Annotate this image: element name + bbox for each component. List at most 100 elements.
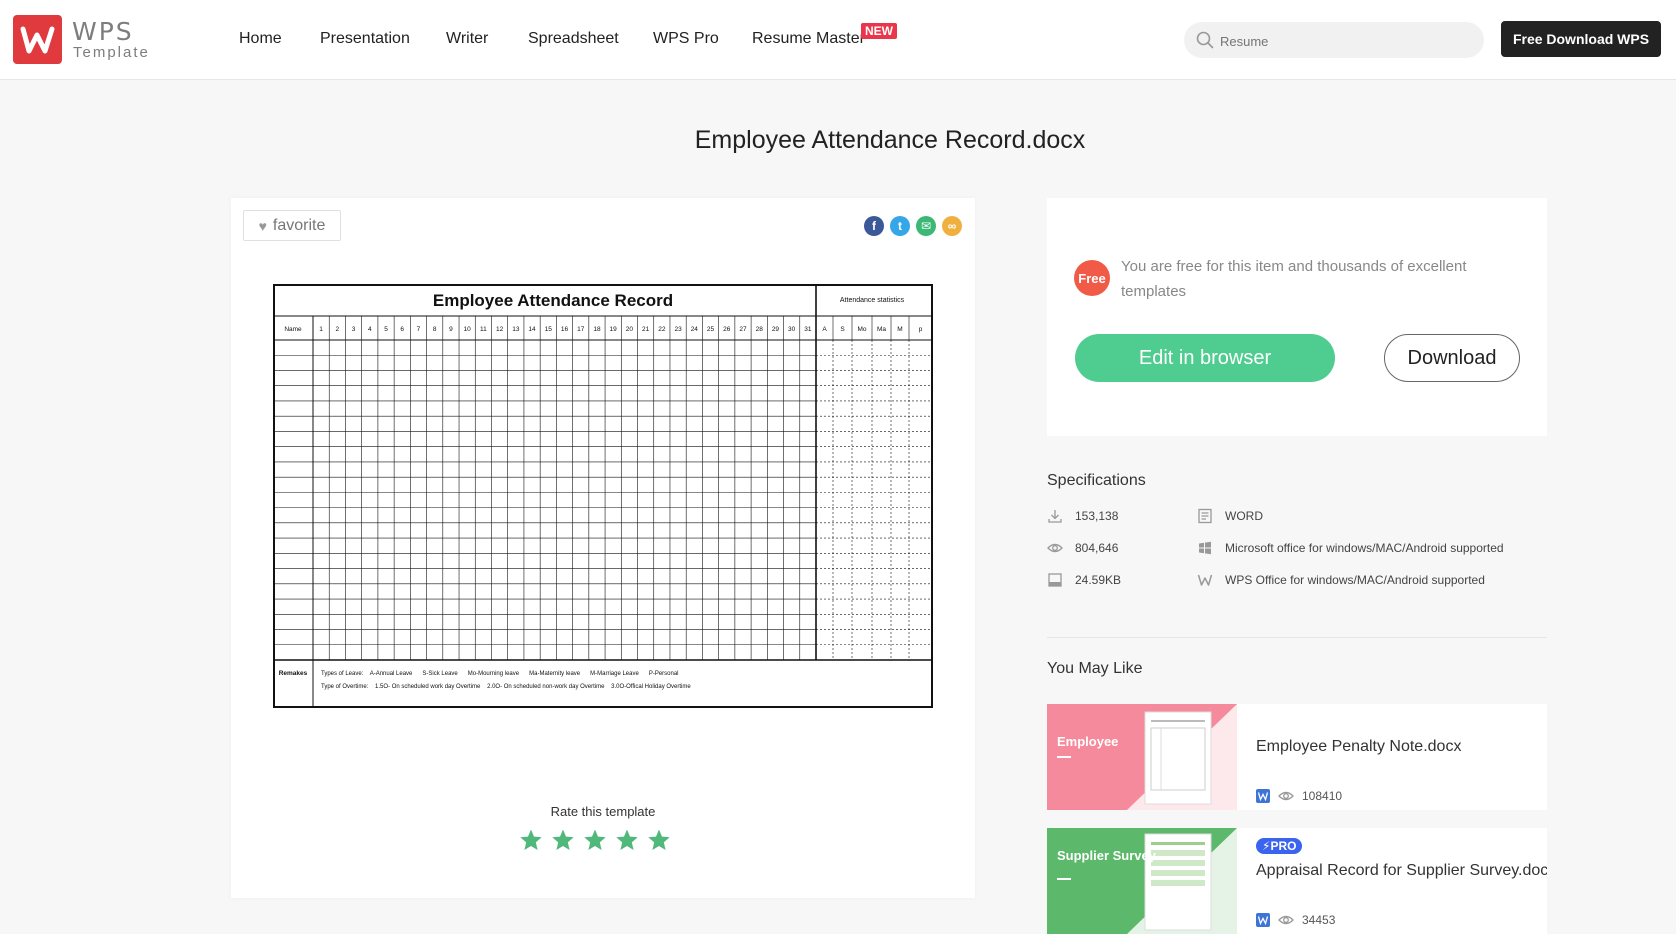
spec-downloads: 153,138 [1047,508,1118,524]
related-template-name[interactable]: Employee Penalty Note.docx [1256,738,1461,756]
view-count: 804,646 [1075,541,1119,555]
name-column-header: Name [284,326,302,333]
template-thumbnail[interactable]: Employee [1047,704,1237,810]
spec-wps-compat: WPS Office for windows/MAC/Android suppo… [1197,572,1485,588]
logo-subtitle: Template [73,44,150,61]
day-column-header: 15 [545,326,553,333]
day-column-header: 6 [400,326,404,333]
nav-spreadsheet[interactable]: Spreadsheet [528,30,619,48]
day-column-header: 25 [707,326,715,333]
day-column-header: 27 [739,326,747,333]
nav-writer[interactable]: Writer [446,30,488,48]
day-column-header: 18 [593,326,601,333]
download-button[interactable]: Download [1384,334,1520,382]
template-thumbnail[interactable]: Supplier Survey [1047,828,1237,934]
star-icon[interactable] [551,828,575,852]
day-column-header: 12 [496,326,504,333]
related-template-meta: 34453 [1256,912,1335,928]
edit-in-browser-button[interactable]: Edit in browser [1075,334,1335,382]
free-description: You are free for this item and thousands… [1121,258,1467,300]
day-column-header: 13 [512,326,520,333]
stat-column-header: A [822,326,827,333]
day-column-header: 24 [691,326,699,333]
day-column-header: 5 [384,326,388,333]
day-column-header: 26 [723,326,731,333]
nav-wps-pro[interactable]: WPS Pro [653,30,719,48]
wps-logo-icon[interactable] [13,15,62,64]
spec-views: 804,646 [1047,540,1118,556]
you-may-like-title: You May Like [1047,660,1143,677]
facebook-icon[interactable]: f [864,216,884,236]
page-title: Employee Attendance Record.docx [694,126,1086,154]
day-column-header: 17 [577,326,585,333]
day-column-header: 16 [561,326,569,333]
related-template-meta: 108410 [1256,788,1342,804]
search-box[interactable] [1184,22,1484,60]
day-column-header: 30 [788,326,796,333]
related-template-card[interactable]: Supplier Survey ⚡PRO Appraisal Record fo… [1047,828,1547,934]
eye-icon [1278,915,1294,925]
day-column-header: 22 [658,326,666,333]
eye-icon [1278,791,1294,801]
rate-label: Rate this template [550,804,656,819]
related-template-name[interactable]: Appraisal Record for Supplier Survey.doc… [1256,862,1547,880]
wps-icon [1197,574,1213,586]
day-column-header: 4 [368,326,372,333]
day-column-header: 14 [528,326,536,333]
nav-home[interactable]: Home [239,30,282,48]
document-preview[interactable]: 1 2 3 4 5 6 7 8 9 10 11 12 13 14 15 16 17 18 19 20 21 22 23 24 2… [273,284,933,708]
leave-types-line: Types of Leave: A-Annual Leave S-Sick Le… [321,671,679,677]
specifications-title: Specifications [1047,472,1146,489]
related-view-count: 108410 [1302,789,1343,803]
day-column-header: 8 [433,326,437,333]
file-format: WORD [1225,509,1263,523]
day-column-header: 2 [336,326,340,333]
day-column-header: 3 [352,326,356,333]
pro-badge: ⚡PRO [1256,838,1303,854]
day-column-header: 10 [464,326,472,333]
heart-icon: ♥ [258,217,267,234]
day-column-header: 1 [319,326,323,333]
link-icon[interactable]: ∞ [942,216,962,236]
document-format-icon [1198,508,1212,524]
day-column-header: 29 [772,326,780,333]
windows-icon [1199,541,1211,555]
thumbnail-title: Employee [1057,734,1118,749]
nav-presentation[interactable]: Presentation [320,30,410,48]
search-icon [1196,31,1214,49]
logo-wordmark[interactable]: WPS [72,17,134,46]
stat-column-header: S [840,326,845,333]
stat-column-header: Ma [877,326,886,333]
day-column-header: 9 [449,326,453,333]
word-file-icon [1256,913,1270,927]
day-column-header: 20 [626,326,634,333]
file-size-icon [1048,573,1062,587]
favorite-button[interactable]: ♥ favorite [243,210,341,241]
top-navigation-bar: WPS Template Home Presentation Writer Sp… [0,0,1676,80]
stat-column-header: M [897,326,902,333]
day-column-header: 31 [804,326,812,333]
twitter-icon[interactable]: t [890,216,910,236]
star-icon[interactable] [519,828,543,852]
download-count: 153,138 [1075,509,1119,523]
download-action-card: Free You are free for this item and thou… [1047,198,1547,436]
star-icon[interactable] [615,828,639,852]
overtime-types-line: Type of Overtime: 1.5O- On scheduled wor… [321,684,691,690]
search-input[interactable] [1218,22,1472,60]
download-count-icon [1048,510,1062,523]
related-template-card[interactable]: Employee Employee Penalty Note.docx 1084… [1047,704,1547,810]
new-badge: NEW [861,23,897,39]
star-icon[interactable] [583,828,607,852]
word-file-icon [1256,789,1270,803]
spec-format: WORD [1197,508,1263,524]
free-download-wps-button[interactable]: Free Download WPS [1501,21,1661,57]
favorite-label: favorite [272,216,326,234]
email-icon[interactable]: ✉ [916,216,936,236]
stat-column-header: p [919,326,923,333]
day-column-header: 19 [610,326,618,333]
microsoft-compatibility: Microsoft office for windows/MAC/Android… [1225,541,1504,555]
rating-stars [519,828,671,852]
nav-resume-master[interactable]: Resume Master [752,30,865,48]
spec-size: 24.59KB [1047,572,1121,588]
star-icon[interactable] [647,828,671,852]
